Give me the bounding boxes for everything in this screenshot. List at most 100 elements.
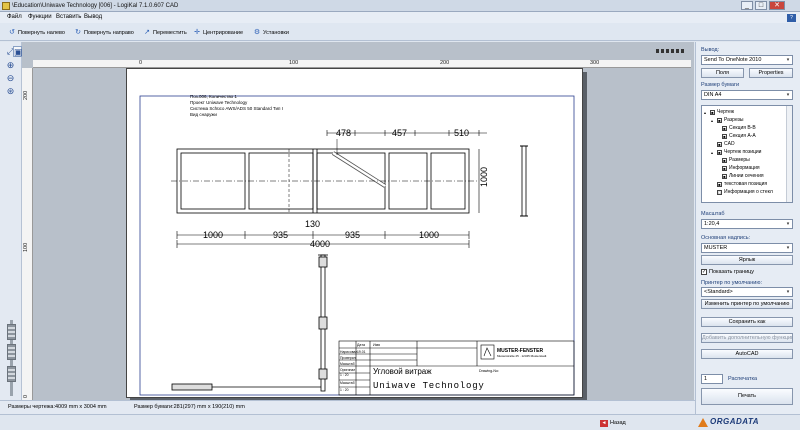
output-select[interactable]: Send To OneNote 2010 ▾ [701,55,793,65]
tree-checkbox[interactable]: ■ [722,173,727,179]
zoom-slider-knob-middle[interactable] [7,344,16,360]
tree-twist-icon[interactable]: ▴ [704,110,708,115]
h-tick-label: 200 [440,60,450,66]
tree-checkbox[interactable]: ■ [722,133,727,139]
position-info-line: Проект Uniwave Technology [190,100,248,105]
zoom-out-icon[interactable]: ⊖ [5,73,16,84]
bottom-bar: ◄ Назад ORGADATA [0,414,800,430]
properties-button[interactable]: Properties [749,68,793,78]
fields-button[interactable]: Поля [701,68,744,78]
rotate-right-button[interactable]: ↻ Повернуть направо [74,27,134,38]
title-table-header: Дата [357,343,365,347]
help-icon[interactable]: ? [787,14,796,22]
zoom-slider-knob-top[interactable] [7,324,16,340]
paper-sheet: Поз.006, Количество 1 Проект Uniwave Tec… [126,68,583,398]
menu-insert[interactable]: Вставить [56,14,81,20]
title-table-row: Нарисовал [340,350,357,354]
default-printer-select[interactable]: <Standard> ▾ [701,287,793,297]
zoom-fit-icon[interactable]: ⊛ [5,86,16,97]
copies-input[interactable]: 1 [701,374,723,384]
tree-item-label: Информация о стекл [724,189,773,195]
tree-item[interactable]: ■ Размеры [722,157,750,163]
save-as-button[interactable]: Сохранить как [701,317,793,327]
move-button[interactable]: ↗ Переместить [143,27,187,38]
tree-checkbox[interactable]: ■ [722,165,727,171]
frame-tool-icon[interactable]: ▣ [13,46,23,57]
default-printer-label: Принтер по умолчанию: [701,280,762,286]
settings-label: Установки [263,29,289,36]
exit-icon: ◄ [600,419,608,427]
scale-b: 1 : 20 [340,388,349,392]
minimize-button[interactable]: _ [741,1,753,10]
tree-checkbox[interactable]: ■ [717,181,722,187]
chevron-down-icon: ▾ [786,245,790,251]
checkbox-box[interactable]: ✓ [701,269,707,275]
tree-item[interactable]: ▴ ■ Разрезы [711,117,744,123]
tree-item[interactable]: ▴ ■ Чертеж позиции [711,149,761,155]
change-printer-button[interactable]: Изменить принтер по умолчанию [701,299,793,309]
show-border-checkbox[interactable]: ✓ Показать границу [701,269,754,275]
tree-checkbox[interactable]: □ [717,189,722,195]
tree-item[interactable]: ■ Секция A-A [722,133,756,139]
paper-size-label: Размер бумаги [701,82,740,88]
project-name: Uniwave Technology [373,381,485,391]
side-section [520,145,528,217]
tree-item[interactable]: ■ CAD [717,141,735,147]
tree-checkbox[interactable]: ■ [717,141,722,147]
rotate-left-button[interactable]: ↺ Повернуть налево [8,27,65,38]
top-dim-label: 510 [454,128,469,138]
tree-checkbox[interactable]: ■ [717,149,722,155]
tree-item[interactable]: ■ текстовая позиция [717,181,767,187]
title-table-row: Проверил [340,356,356,360]
print-button[interactable]: Печать [701,388,793,405]
tree-twist-icon[interactable]: ▴ [711,150,715,155]
title-table-header: Имя [373,343,380,347]
tree-item[interactable]: ■ Информация [722,165,760,171]
tree-item-label: Размеры [729,157,750,163]
autocad-button[interactable]: AutoCAD [701,349,793,359]
tree-item[interactable]: □ Информация о стекл [717,189,773,195]
menu-output[interactable]: Вывод [84,14,102,20]
center-label: Центрирование [203,29,244,36]
scale-select[interactable]: 1:20,4 ▾ [701,219,793,229]
zoom-in-icon[interactable]: ⊕ [5,60,16,71]
exit-button[interactable]: ◄ Назад [600,418,644,428]
tree-item-label: Разрезы [724,117,744,123]
tree-checkbox[interactable]: ■ [717,117,722,123]
tree-twist-icon[interactable]: ▴ [711,118,715,123]
title-table-row: Масштаб [340,362,355,366]
default-printer-value: <Standard> [704,289,733,295]
tree-item[interactable]: ▴ ■ Чертеж [704,109,734,115]
drawing-viewport[interactable]: 0 100 200 300 200 100 0 Поз.006, Количес… [22,42,694,400]
close-button[interactable]: ✕ [769,1,785,10]
chevron-down-icon: ▾ [786,289,790,295]
tree-item-label: текстовая позиция [724,181,768,187]
maximize-button[interactable]: □ [755,1,767,10]
title-table-row: Масштаб [340,381,355,385]
tree-checkbox[interactable]: ■ [710,109,715,115]
layer-tree[interactable]: ▴ ■ Чертеж ▴ ■ Разрезы ■ Секция B-B ■ Се… [701,105,793,203]
paper-size-select[interactable]: DIN A4 ▾ [701,90,793,100]
tree-checkbox[interactable]: ■ [722,157,727,163]
menu-file[interactable]: Файл [7,14,22,20]
tree-checkbox[interactable]: ■ [722,125,727,131]
position-info-line: Вид снаружи [190,112,217,117]
chevron-down-icon: ▾ [786,92,790,98]
center-icon: ✛ [194,28,200,36]
tree-item-label: Секция A-A [729,133,756,139]
label-button[interactable]: Ярлык [701,255,793,265]
tree-item[interactable]: ■ Линии сечения [722,173,764,179]
tree-scrollbar[interactable] [786,106,792,202]
center-button[interactable]: ✛ Центрирование [193,27,243,38]
settings-button[interactable]: ⚙ Установки [253,27,289,38]
extra-function-button[interactable]: Добавить дополнительную функцию [701,333,793,343]
zoom-slider-knob-bottom[interactable] [7,366,16,382]
tree-item[interactable]: ■ Секция B-B [722,125,756,131]
titleblock-select[interactable]: MUSTER ▾ [701,243,793,253]
menu-functions[interactable]: Функции [28,14,52,20]
settings-icon: ⚙ [253,28,261,36]
window-elevation [171,139,477,214]
show-border-label: Показать границу [709,269,755,275]
title-table-row: Оригинал [340,368,355,372]
exit-label: Назад [610,420,626,426]
